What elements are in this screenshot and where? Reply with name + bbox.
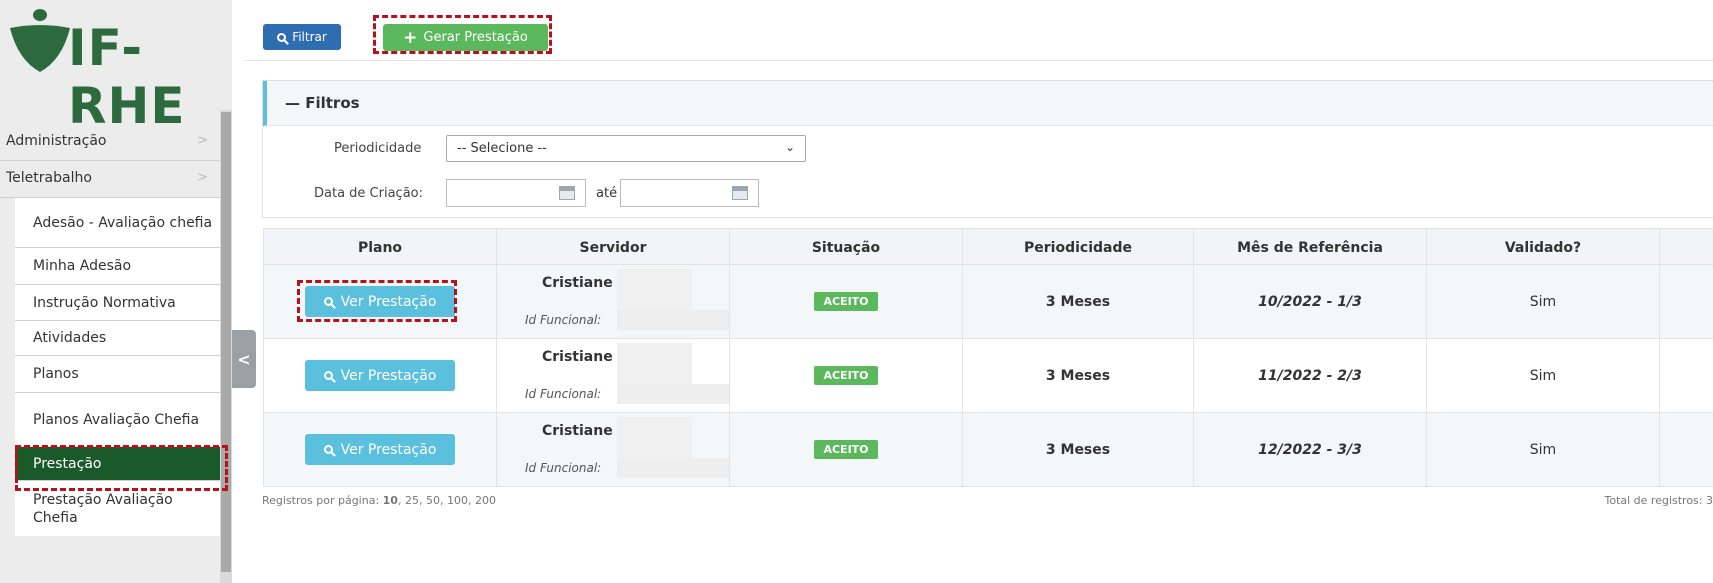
- server-name: Cristiane: [542, 349, 613, 365]
- per-page-option-selected[interactable]: 10: [383, 494, 398, 507]
- periodicity-select-value: -- Selecione --: [457, 141, 547, 156]
- chevron-right-icon: >: [197, 133, 208, 148]
- periodicity-cell: 3 Meses: [963, 339, 1194, 412]
- server-name: Cristiane: [542, 275, 613, 291]
- sidebar-item-planos[interactable]: Planos: [15, 356, 220, 393]
- table-row: Ver Prestação Cristiane Id Funcional: AC…: [263, 413, 1713, 487]
- minus-icon: —: [285, 94, 300, 112]
- table-row: Ver Prestação Cristiane Id Funcional: AC…: [263, 339, 1713, 413]
- redacted-block: [617, 310, 729, 330]
- creation-date-to-input[interactable]: [620, 179, 759, 207]
- filters-panel: — Filtros Periodicidade -- Selecione -- …: [262, 80, 1713, 218]
- sidebar-item-administracao[interactable]: Administração >: [0, 124, 220, 161]
- sidebar-item-teletrabalho[interactable]: Teletrabalho >: [0, 161, 220, 198]
- table-header: Plano Servidor Situação Periodicidade Mê…: [263, 228, 1713, 266]
- sidebar-item-label: Instrução Normativa: [33, 294, 176, 311]
- chevron-left-icon: <: [237, 349, 251, 369]
- server-cell: Cristiane Id Funcional:: [497, 339, 729, 412]
- creation-date-from-input[interactable]: [446, 179, 586, 207]
- reference-month-cell: 12/2022 - 3/3: [1194, 413, 1427, 486]
- column-header-situacao[interactable]: Situação: [730, 229, 963, 266]
- redacted-block: [617, 417, 692, 463]
- view-button-label: Ver Prestação: [340, 441, 437, 458]
- validated-cell: Sim: [1427, 339, 1660, 412]
- sidebar-item-label: Minha Adesão: [33, 258, 132, 274]
- creation-date-label: Data de Criação:: [314, 186, 424, 201]
- server-name: Cristiane: [542, 423, 613, 439]
- redacted-block: [617, 458, 729, 478]
- sidebar-item-minha-adesao[interactable]: Minha Adesão: [15, 248, 220, 285]
- table-row: Ver Prestação Cristiane Id Funcional: AC…: [263, 265, 1713, 339]
- search-icon: [323, 445, 333, 454]
- per-page-option[interactable]: 25: [405, 494, 419, 507]
- chevron-right-icon: >: [197, 170, 208, 185]
- sidebar-item-atividades[interactable]: Atividades: [15, 321, 220, 356]
- reference-month-cell: 11/2022 - 2/3: [1194, 339, 1427, 412]
- server-id-label: Id Funcional:: [525, 313, 602, 327]
- sidebar-item-label: Teletrabalho: [6, 170, 92, 186]
- filters-title: — Filtros: [285, 94, 360, 112]
- logo-text: IF-RHE: [68, 19, 186, 135]
- until-label: até: [596, 186, 618, 201]
- sidebar-item-label: Prestação Avaliação Chefia: [33, 491, 173, 526]
- highlight-box: [15, 445, 228, 491]
- per-page-option[interactable]: 50: [426, 494, 440, 507]
- view-prestacao-button[interactable]: Ver Prestação: [305, 360, 455, 391]
- calendar-icon[interactable]: [732, 186, 748, 200]
- per-page-prefix: Registros por página:: [262, 494, 380, 507]
- redacted-block: [617, 384, 729, 404]
- sidebar-item-label: Atividades: [33, 330, 107, 346]
- sidebar-item-label: Planos Avaliação Chefia: [33, 411, 200, 428]
- periodicity-select[interactable]: -- Selecione -- ⌄: [446, 135, 806, 162]
- status-badge: ACEITO: [814, 366, 878, 385]
- sidebar-collapse-button[interactable]: <: [232, 330, 256, 388]
- filters-header[interactable]: — Filtros: [263, 81, 1713, 126]
- view-button-label: Ver Prestação: [340, 367, 437, 384]
- search-icon: [277, 32, 287, 42]
- search-icon: [323, 371, 333, 380]
- periodicity-cell: 3 Meses: [963, 413, 1194, 486]
- periodicity-cell: 3 Meses: [963, 265, 1194, 338]
- per-page-option[interactable]: 200: [475, 494, 496, 507]
- redacted-block: [617, 269, 692, 315]
- filter-button-label: Filtrar: [292, 30, 327, 44]
- redacted-block: [617, 343, 692, 389]
- sidebar-scrollbar-thumb[interactable]: [221, 112, 231, 572]
- column-header-plano[interactable]: Plano: [264, 229, 497, 266]
- sidebar: IF-RHE Administração > Teletrabalho > Ad…: [0, 0, 232, 583]
- periodicity-label: Periodicidade: [334, 141, 422, 156]
- sidebar-item-label: Adesão - Avaliação chefia: [33, 214, 213, 231]
- server-cell: Cristiane Id Funcional:: [497, 413, 729, 486]
- validated-cell: Sim: [1427, 413, 1660, 486]
- per-page-control: Registros por página: 10, 25, 50, 100, 2…: [262, 494, 496, 507]
- view-prestacao-button[interactable]: Ver Prestação: [305, 434, 455, 465]
- server-id-label: Id Funcional:: [525, 387, 602, 401]
- leaf-logo-icon: [10, 9, 70, 72]
- column-header-servidor[interactable]: Servidor: [497, 229, 730, 266]
- status-badge: ACEITO: [814, 440, 878, 459]
- sidebar-item-instrucao-normativa[interactable]: Instrução Normativa: [15, 285, 220, 321]
- sidebar-item-planos-avaliacao-chefia[interactable]: Planos Avaliação Chefia: [15, 393, 220, 447]
- validated-cell: Sim: [1427, 265, 1660, 338]
- sidebar-item-adesao-avaliacao-chefia[interactable]: Adesão - Avaliação chefia: [15, 198, 220, 248]
- column-header-validado[interactable]: Validado?: [1427, 229, 1660, 266]
- status-badge: ACEITO: [814, 292, 878, 311]
- filter-button[interactable]: Filtrar: [263, 24, 341, 50]
- filters-title-text: Filtros: [305, 94, 360, 112]
- highlight-box: [373, 15, 552, 54]
- server-id-label: Id Funcional:: [525, 461, 602, 475]
- column-header-periodicidade[interactable]: Periodicidade: [963, 229, 1194, 266]
- total-records: Total de registros: 3: [1604, 494, 1713, 507]
- sidebar-item-label: Administração: [6, 133, 107, 149]
- app-logo[interactable]: IF-RHE: [6, 8, 232, 135]
- per-page-option[interactable]: 100: [447, 494, 468, 507]
- chevron-down-icon: ⌄: [784, 140, 795, 154]
- column-header-mes-referencia[interactable]: Mês de Referência: [1194, 229, 1427, 266]
- reference-month-cell: 10/2022 - 1/3: [1194, 265, 1427, 338]
- server-cell: Cristiane Id Funcional:: [497, 265, 729, 338]
- sidebar-item-label: Planos: [33, 366, 79, 382]
- highlight-box: [297, 280, 457, 322]
- calendar-icon[interactable]: [559, 186, 575, 200]
